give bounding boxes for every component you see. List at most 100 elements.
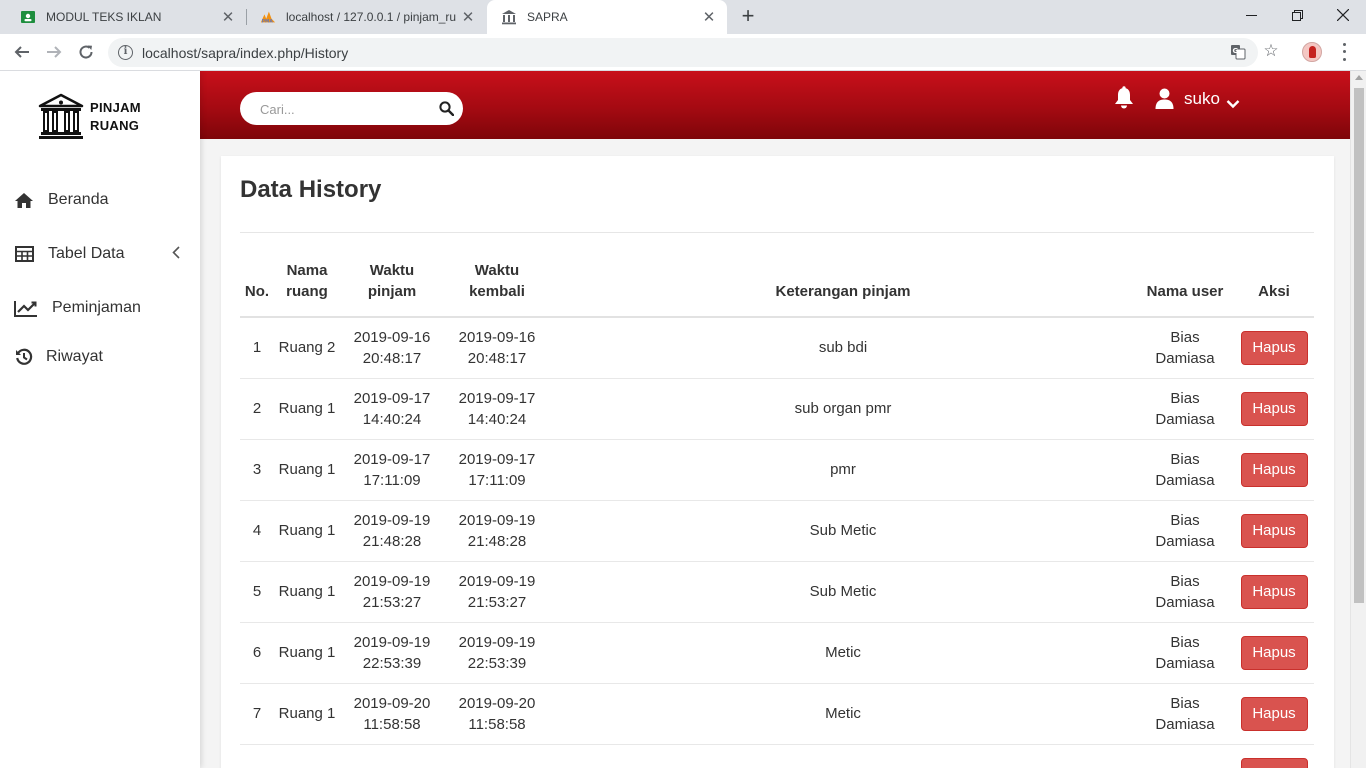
search-box [240,92,463,125]
cell-nama-user: Bias Damiasa [1136,317,1234,379]
cell-no: 6 [240,622,274,684]
cell-waktu-kembali: 2019-09-20 11:58:58 [444,683,550,745]
hapus-button[interactable]: Hapus [1240,452,1308,487]
phpmyadmin-icon: PMA [260,9,276,25]
top-navbar: suko [200,71,1350,139]
cell-keterangan: Metic [550,622,1136,684]
forward-button[interactable] [42,40,66,64]
cell-keterangan: Sub Metic [550,500,1136,562]
cell-no: 3 [240,439,274,501]
sidebar-item-peminjaman[interactable]: Peminjaman [0,290,200,326]
browser-tab-modul[interactable]: MODUL TEKS IKLAN ✕ [6,0,246,34]
hapus-button[interactable]: Hapus [1240,513,1308,548]
sidebar-item-beranda[interactable]: Beranda [0,182,200,218]
column-header[interactable]: Keterangan pinjam [550,248,1136,318]
scroll-up-icon[interactable] [1355,75,1363,80]
chevron-left-icon [172,246,180,262]
bell-icon[interactable] [1113,86,1137,110]
chevron-down-icon [1226,94,1240,109]
user-icon [1155,88,1175,110]
back-button[interactable] [10,40,34,64]
browser-tab-sapra[interactable]: SAPRA ✕ [487,0,727,34]
browser-tab-title: SAPRA [527,10,568,24]
hapus-button[interactable]: Hapus [1240,330,1308,365]
cell-waktu-pinjam: 2019-09-19 21:48:28 [340,500,444,562]
search-icon[interactable] [439,101,455,117]
close-tab-icon[interactable]: ✕ [697,8,721,26]
cell-nama-ruang: Ruang [274,744,340,768]
address-bar[interactable]: i localhost/sapra/index.php/History G [108,38,1258,67]
minimize-button[interactable] [1228,0,1274,30]
cell-no: 7 [240,683,274,745]
bank-icon [38,93,84,139]
line-chart-icon [14,299,38,317]
hapus-button[interactable]: Hapus [1240,635,1308,670]
username: suko [1184,89,1220,108]
translate-icon[interactable]: G [1230,44,1246,60]
table-icon [14,245,34,263]
cell-nama-ruang: Ruang 1 [274,622,340,684]
page-scrollbar[interactable] [1350,71,1366,768]
browser-menu-icon[interactable] [1336,41,1352,63]
address-url: localhost/sapra/index.php/History [142,45,349,61]
cell-aksi: Hapus [1234,439,1314,501]
cell-aksi: Hapus [1234,500,1314,562]
close-tab-icon[interactable]: ✕ [456,8,480,26]
column-header[interactable]: Nama ruang [274,248,340,318]
cell-aksi: Hapus [1234,317,1314,379]
cell-aksi: Hapus [1234,744,1314,768]
cell-waktu-pinjam: 2019-09-20 11:58:58 [340,683,444,745]
hapus-button[interactable]: Hapus [1240,391,1308,426]
content-card: Data History No. Nama ruang Waktu pinjam… [221,156,1334,768]
page-title: Data History [240,176,382,203]
restore-button[interactable] [1274,0,1320,30]
new-tab-button[interactable]: + [736,5,760,29]
cell-waktu-pinjam: 2019-09-23 [340,744,444,768]
cell-nama-ruang: Ruang 1 [274,500,340,562]
cell-waktu-kembali: 2019-09-23 [444,744,550,768]
table-row: 4 Ruang 1 2019-09-19 21:48:28 2019-09-19… [240,500,1314,562]
browser-tab-phpmyadmin[interactable]: PMA localhost / 127.0.0.1 / pinjam_ruang… [246,0,486,34]
history-icon [14,348,34,366]
column-header[interactable]: Waktu kembali [444,248,550,318]
column-header[interactable]: Nama user [1136,248,1234,318]
cell-aksi: Hapus [1234,622,1314,684]
bookmark-star-icon[interactable]: ☆ [1263,42,1279,59]
cell-nama-user: Bias Damiasa [1136,622,1234,684]
scrollbar-thumb[interactable] [1354,88,1364,603]
cell-waktu-pinjam: 2019-09-17 14:40:24 [340,378,444,440]
hapus-button[interactable]: Hapus [1240,757,1308,768]
column-header[interactable]: No. [240,248,274,318]
brand-line-2: RUANG [90,118,140,133]
table-row: 6 Ruang 1 2019-09-19 22:53:39 2019-09-19… [240,622,1314,684]
table-row: 7 Ruang 1 2019-09-20 11:58:58 2019-09-20… [240,683,1314,745]
cell-no: 5 [240,561,274,623]
search-input[interactable] [260,99,430,119]
cell-waktu-kembali: 2019-09-17 17:11:09 [444,439,550,501]
column-header[interactable]: Waktu pinjam [340,248,444,318]
user-menu[interactable]: suko [1155,85,1240,113]
cell-aksi: Hapus [1234,561,1314,623]
hapus-button[interactable]: Hapus [1240,696,1308,731]
hapus-button[interactable]: Hapus [1240,574,1308,609]
column-header[interactable]: Aksi [1234,248,1314,318]
cell-no: 8 [240,744,274,768]
close-window-button[interactable] [1320,0,1366,30]
cell-aksi: Hapus [1234,683,1314,745]
cell-keterangan: pmr [550,439,1136,501]
history-table: No. Nama ruang Waktu pinjam Waktu kembal… [240,248,1314,768]
cell-keterangan [550,744,1136,768]
reload-button[interactable] [74,40,98,64]
brand-logo[interactable]: PINJAM RUANG [38,91,168,143]
sidebar-item-tabel-data[interactable]: Tabel Data [0,236,200,272]
browser-tab-title: localhost / 127.0.0.1 / pinjam_ruang [286,10,456,24]
cell-nama-user: Bias Damiasa [1136,378,1234,440]
site-info-icon[interactable]: i [118,45,133,60]
profile-avatar[interactable] [1302,42,1322,62]
cell-waktu-kembali: 2019-09-19 21:53:27 [444,561,550,623]
svg-text:PMA: PMA [262,18,274,24]
cell-no: 2 [240,378,274,440]
sidebar-item-riwayat[interactable]: Riwayat [0,339,200,375]
close-tab-icon[interactable]: ✕ [216,8,240,26]
table-row: 8 Ruang 2019-09-23 2019-09-23 Hapus [240,744,1314,768]
